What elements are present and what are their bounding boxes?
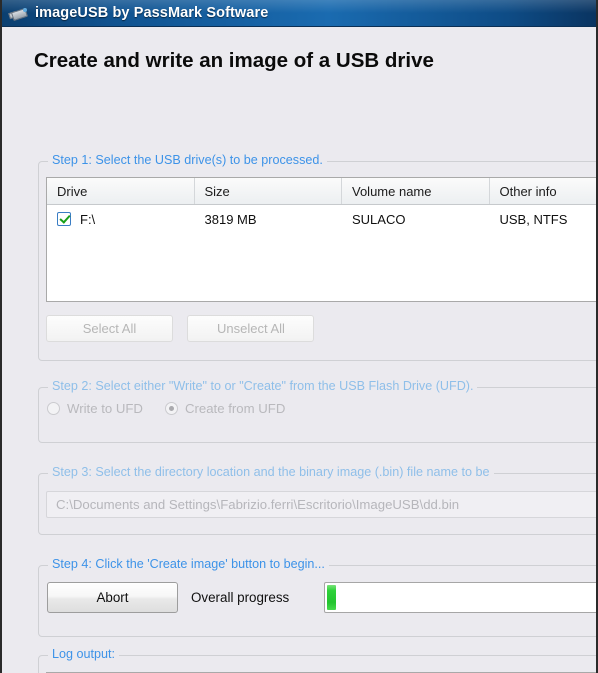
column-header-volume-name[interactable]: Volume name: [342, 178, 490, 204]
drive-checkbox[interactable]: [57, 212, 71, 226]
drive-table-header: Drive Size Volume name Other info: [47, 178, 597, 205]
radio-write-to-ufd[interactable]: Write to UFD: [47, 401, 143, 416]
table-row[interactable]: F:\ 3819 MB SULACO USB, NTFS: [47, 205, 596, 233]
image-path-input[interactable]: C:\Documents and Settings\Fabrizio.ferri…: [46, 491, 596, 518]
overall-progress-bar: [324, 582, 596, 613]
log-legend: Log output:: [48, 647, 120, 661]
usb-drive-icon: [8, 4, 29, 22]
step3-group: Step 3: Select the directory location an…: [38, 465, 596, 535]
overall-progress-label: Overall progress: [191, 590, 290, 605]
select-all-button[interactable]: Select All: [46, 315, 173, 342]
step2-legend: Step 2: Select either "Write" to or "Cre…: [48, 379, 478, 393]
radio-circle-selected-icon: [164, 402, 178, 415]
abort-button[interactable]: Abort: [47, 582, 178, 613]
column-header-drive[interactable]: Drive: [47, 178, 195, 204]
volume-name-cell: SULACO: [352, 211, 406, 227]
progress-bar-fill: [327, 585, 336, 610]
step2-group: Step 2: Select either "Write" to or "Cre…: [38, 379, 596, 443]
unselect-all-button[interactable]: Unselect All: [187, 315, 315, 342]
window-title: imageUSB by PassMark Software: [35, 5, 269, 21]
page-title: Create and write an image of a USB drive: [34, 49, 434, 72]
drive-table[interactable]: Drive Size Volume name Other info F:\ 38…: [46, 177, 597, 302]
drive-cell[interactable]: F:\: [47, 212, 195, 227]
size-cell: 3819 MB: [204, 211, 257, 227]
radio-create-from-ufd-label: Create from UFD: [184, 401, 286, 416]
radio-create-from-ufd[interactable]: Create from UFD: [164, 401, 286, 416]
step4-legend: Step 4: Click the 'Create image' button …: [48, 557, 329, 571]
radio-write-to-ufd-label: Write to UFD: [67, 401, 143, 416]
radio-circle-icon: [47, 402, 60, 415]
application-window: imageUSB by PassMark Software Create and…: [0, 0, 598, 673]
step1-legend: Step 1: Select the USB drive(s) to be pr…: [48, 153, 327, 167]
column-header-other-info[interactable]: Other info: [490, 178, 597, 204]
other-info-cell: USB, NTFS: [499, 211, 568, 227]
drive-label: F:\: [80, 211, 96, 227]
client-area: Create and write an image of a USB drive…: [2, 49, 596, 673]
mode-radio-group: Write to UFD Create from UFD: [47, 401, 307, 416]
column-header-size[interactable]: Size: [195, 178, 342, 204]
step4-group: Step 4: Click the 'Create image' button …: [38, 557, 596, 637]
selection-buttons: Select All Unselect All: [46, 315, 324, 342]
step3-legend: Step 3: Select the directory location an…: [48, 465, 494, 479]
step1-group: Step 1: Select the USB drive(s) to be pr…: [38, 153, 597, 361]
log-group: Log output: 18:20:26:337 - Ready... 18:2…: [38, 647, 596, 673]
title-bar: imageUSB by PassMark Software: [2, 0, 596, 27]
